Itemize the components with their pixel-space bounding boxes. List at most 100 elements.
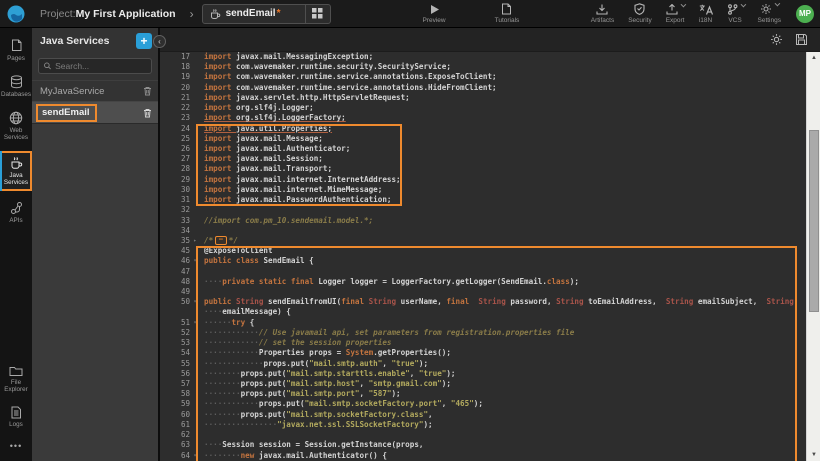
code-line[interactable]: 27import javax.mail.Session; [160,154,806,164]
fold-toggle-icon[interactable]: ▾ [190,256,200,266]
line-number[interactable]: 48 [160,277,190,287]
code-line[interactable]: 47 [160,267,806,277]
code-line[interactable]: 49 [160,287,806,297]
line-number[interactable]: 63 [160,440,190,450]
line-number[interactable]: 56 [160,369,190,379]
code-line[interactable]: 31import javax.mail.PasswordAuthenticati… [160,195,806,205]
line-number[interactable]: 25 [160,134,190,144]
line-number[interactable]: 20 [160,83,190,93]
code-line[interactable]: 21import javax.servlet.http.HttpServletR… [160,93,806,103]
code-line[interactable]: 55·············props.put("mail.smtp.auth… [160,359,806,369]
code-line[interactable]: 53············// set the session propert… [160,338,806,348]
fold-toggle-icon[interactable]: ▾ [190,297,200,307]
line-number[interactable]: 33 [160,216,190,226]
code-line[interactable]: 19import com.wavemaker.runtime.service.a… [160,72,806,82]
line-number[interactable]: 62 [160,430,190,440]
line-number[interactable]: 45 [160,246,190,256]
code-line[interactable]: 60········props.put("mail.smtp.socketFac… [160,410,806,420]
line-number[interactable]: 61 [160,420,190,430]
line-number[interactable]: 57 [160,379,190,389]
service-item-myjavaservice[interactable]: MyJavaService [32,80,158,101]
scroll-up-arrow[interactable]: ▲ [807,52,820,64]
line-number[interactable]: 23 [160,113,190,123]
line-number[interactable]: 46 [160,256,190,266]
code-line[interactable]: 25import javax.mail.Message; [160,134,806,144]
line-number[interactable]: 27 [160,154,190,164]
tab-grid-icon[interactable] [306,5,330,23]
code-line[interactable]: 48····private static final Logger logger… [160,277,806,287]
tutorials-button[interactable]: Tutorials [495,3,520,24]
code-line[interactable]: 45@ExposeToClient [160,246,806,256]
editor-scrollbar[interactable]: ▲ ▼ [806,52,820,461]
code-line[interactable]: 35▸/*⋯*/ [160,236,806,246]
security-button[interactable]: Security [628,3,651,24]
save-button[interactable] [795,33,808,46]
fold-toggle-icon[interactable]: ▸ [190,236,200,246]
line-number[interactable]: 26 [160,144,190,154]
code-line[interactable]: 61················"javax.net.ssl.SSLSock… [160,420,806,430]
delete-icon[interactable] [143,86,152,96]
sidebar-item-databases[interactable]: Databases [0,72,32,101]
code-line[interactable]: 24import java.util.Properties; [160,124,806,134]
code-line[interactable]: 59············props.put("mail.smtp.socke… [160,399,806,409]
line-number[interactable]: 59 [160,399,190,409]
delete-icon[interactable] [143,108,152,118]
code-line[interactable]: 52············// Use javamail api, set p… [160,328,806,338]
editor-body[interactable]: 17import javax.mail.MessagingException;1… [160,52,820,461]
tab-sendemail[interactable]: sendEmail * [202,4,331,24]
artifacts-button[interactable]: Artifacts [591,4,614,24]
wavemaker-logo-icon[interactable] [0,0,32,28]
code-line[interactable]: 57········props.put("mail.smtp.host", "s… [160,379,806,389]
scrollbar-thumb[interactable] [809,130,820,312]
code-line[interactable]: 23import org.slf4j.LoggerFactory; [160,113,806,123]
service-item-sendemail[interactable]: sendEmail [32,101,158,124]
line-number[interactable]: 64 [160,451,190,461]
line-number[interactable]: 52 [160,328,190,338]
line-number[interactable] [160,307,190,317]
sidebar-item-logs[interactable]: Logs [0,403,32,431]
code-line[interactable]: 20import com.wavemaker.runtime.service.a… [160,83,806,93]
vcs-button[interactable]: VCS [727,4,744,24]
sidebar-item-java-services[interactable]: Java Services [0,151,32,191]
line-number[interactable]: 17 [160,52,190,62]
line-number[interactable]: 28 [160,164,190,174]
line-number[interactable]: 58 [160,389,190,399]
code-line[interactable]: 56········props.put("mail.smtp.starttls.… [160,369,806,379]
line-number[interactable]: 47 [160,267,190,277]
add-java-service-button[interactable]: + [136,33,152,49]
code-line[interactable]: 22import org.slf4j.Logger; [160,103,806,113]
preview-button[interactable]: Preview [423,4,446,24]
code-line[interactable]: 28import javax.mail.Transport; [160,164,806,174]
code-line[interactable]: 54············Properties props = System.… [160,348,806,358]
code-line[interactable]: 50▾public String sendEmailfromUI(final S… [160,297,806,307]
line-number[interactable]: 29 [160,175,190,185]
search-input[interactable] [55,61,146,71]
line-number[interactable]: 34 [160,226,190,236]
panel-collapse-button[interactable]: ‹ [153,35,166,48]
line-number[interactable]: 60 [160,410,190,420]
code-line[interactable]: 32 [160,205,806,215]
code-line[interactable]: 29import javax.mail.internet.InternetAdd… [160,175,806,185]
line-number[interactable]: 31 [160,195,190,205]
line-number[interactable]: 49 [160,287,190,297]
code-line[interactable]: 46▾public class SendEmail { [160,256,806,266]
code-line[interactable]: 51▾······try { [160,318,806,328]
code-line[interactable]: 34 [160,226,806,236]
export-button[interactable]: Export [666,4,685,24]
line-number[interactable]: 32 [160,205,190,215]
scroll-down-arrow[interactable]: ▼ [807,449,820,461]
settings-button[interactable]: Settings [758,3,782,24]
code-line[interactable]: 58········props.put("mail.smtp.port", "5… [160,389,806,399]
code-line[interactable]: 26import javax.mail.Authenticator; [160,144,806,154]
line-number[interactable]: 53 [160,338,190,348]
line-number[interactable]: 22 [160,103,190,113]
code-line[interactable]: 30import javax.mail.internet.MimeMessage… [160,185,806,195]
sidebar-item-more[interactable]: ••• [0,438,32,454]
search-box[interactable] [38,58,152,74]
code-line[interactable]: ····emailMessage) { [160,307,806,317]
line-number[interactable]: 51 [160,318,190,328]
fold-toggle-icon[interactable]: ▾ [190,318,200,328]
sidebar-item-web-services[interactable]: Web Services [0,108,32,144]
sidebar-item-pages[interactable]: Pages [0,36,32,65]
editor-settings-button[interactable] [770,33,783,46]
